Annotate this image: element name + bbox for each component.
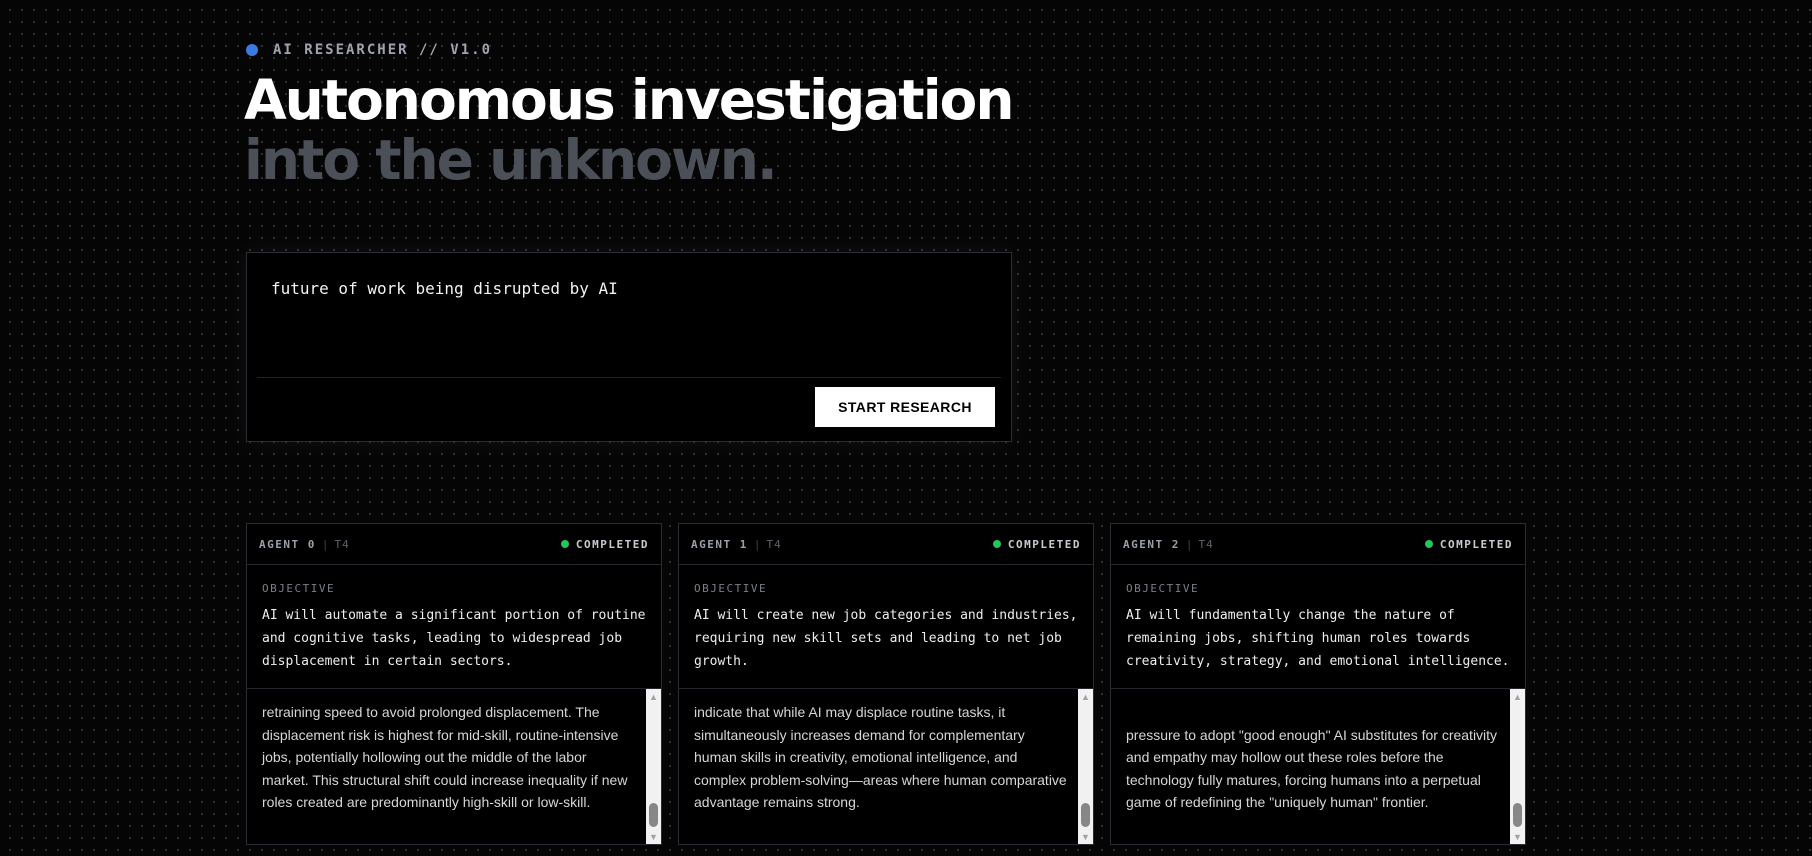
objective-text: AI will create new job categories and in…	[694, 608, 1078, 669]
scroll-down-icon[interactable]: ▼	[646, 830, 661, 844]
scroll-down-icon[interactable]: ▼	[1510, 830, 1525, 844]
findings-scroll-area[interactable]: retraining speed to avoid prolonged disp…	[247, 689, 661, 844]
scroll-up-icon[interactable]: ▲	[1078, 690, 1093, 704]
status-dot-icon	[992, 540, 1001, 548]
status-badge: COMPLETED	[992, 537, 1081, 551]
agent-name: AGENT 1	[691, 537, 748, 551]
agent-card-0: AGENT 0 | T4 COMPLETED OBJECTIVE AI will…	[246, 523, 662, 845]
agent-card-2: AGENT 2 | T4 COMPLETED OBJECTIVE AI will…	[1110, 523, 1526, 845]
status-label: COMPLETED	[1007, 537, 1081, 551]
scrollbar-thumb[interactable]	[649, 803, 658, 827]
status-label: COMPLETED	[575, 537, 649, 551]
objective-section: OBJECTIVE AI will automate a significant…	[247, 565, 661, 689]
hero-title-line1: Autonomous investigation	[244, 68, 1014, 132]
findings-text: retraining speed to avoid prolonged disp…	[262, 704, 628, 811]
agent-name: AGENT 2	[1123, 537, 1180, 551]
agent-tier: T4	[334, 537, 350, 551]
objective-label: OBJECTIVE	[262, 582, 336, 595]
objective-text: AI will fundamentally change the nature …	[1126, 608, 1510, 669]
start-research-button[interactable]: START RESEARCH	[815, 387, 995, 427]
objective-label: OBJECTIVE	[694, 582, 768, 595]
status-dot-icon	[246, 44, 258, 56]
app-tag-label: AI RESEARCHER // V1.0	[273, 42, 493, 58]
findings-text: indicate that while AI may displace rout…	[694, 704, 1067, 811]
hero-title: Autonomous investigation into the unknow…	[244, 68, 1014, 192]
status-dot-icon	[560, 540, 569, 548]
scroll-up-icon[interactable]: ▲	[1510, 690, 1525, 704]
agent-tier: T4	[1198, 537, 1214, 551]
research-query-input[interactable]: future of work being disrupted by AI	[271, 279, 618, 298]
status-dot-icon	[1424, 540, 1433, 548]
hero-title-line2: into the unknown.	[244, 128, 778, 192]
status-label: COMPLETED	[1439, 537, 1513, 551]
findings-text: pressure to adopt "good enough" AI subst…	[1126, 726, 1498, 811]
scroll-down-icon[interactable]: ▼	[1078, 830, 1093, 844]
header-separator: |	[1185, 537, 1193, 551]
agent-card-header: AGENT 0 | T4 COMPLETED	[247, 524, 661, 565]
query-divider	[257, 377, 1001, 378]
header-separator: |	[753, 537, 761, 551]
app-tag: AI RESEARCHER // V1.0	[246, 40, 492, 60]
objective-section: OBJECTIVE AI will fundamentally change t…	[1111, 565, 1525, 689]
objective-text: AI will automate a significant portion o…	[262, 608, 646, 669]
header-separator: |	[321, 537, 329, 551]
scrollbar-thumb[interactable]	[1081, 803, 1090, 827]
vertical-scrollbar[interactable]: ▲ ▼	[646, 689, 661, 844]
agent-card-header: AGENT 2 | T4 COMPLETED	[1111, 524, 1525, 565]
agent-tier: T4	[766, 537, 782, 551]
agent-card-header: AGENT 1 | T4 COMPLETED	[679, 524, 1093, 565]
objective-label: OBJECTIVE	[1126, 582, 1200, 595]
research-query-panel: future of work being disrupted by AI STA…	[246, 252, 1012, 442]
vertical-scrollbar[interactable]: ▲ ▼	[1510, 689, 1525, 844]
findings-scroll-area[interactable]: pressure to adopt "good enough" AI subst…	[1111, 689, 1525, 844]
vertical-scrollbar[interactable]: ▲ ▼	[1078, 689, 1093, 844]
status-badge: COMPLETED	[1424, 537, 1513, 551]
agent-card-1: AGENT 1 | T4 COMPLETED OBJECTIVE AI will…	[678, 523, 1094, 845]
findings-scroll-area[interactable]: indicate that while AI may displace rout…	[679, 689, 1093, 844]
agent-name: AGENT 0	[259, 537, 316, 551]
status-badge: COMPLETED	[560, 537, 649, 551]
objective-section: OBJECTIVE AI will create new job categor…	[679, 565, 1093, 689]
scrollbar-thumb[interactable]	[1513, 803, 1522, 827]
scroll-up-icon[interactable]: ▲	[646, 690, 661, 704]
